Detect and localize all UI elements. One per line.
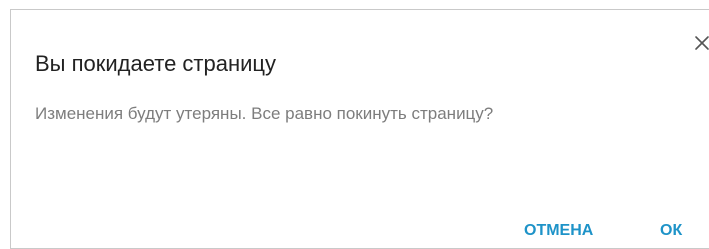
dialog-title: Вы покидаете страницу bbox=[35, 51, 277, 76]
ok-button[interactable]: ОК bbox=[660, 221, 682, 241]
cancel-button[interactable]: ОТМЕНА bbox=[524, 221, 593, 241]
leave-page-dialog: Вы покидаете страницу Изменения будут ут… bbox=[10, 9, 709, 249]
close-button[interactable] bbox=[692, 33, 709, 53]
close-icon bbox=[695, 36, 709, 50]
dialog-message: Изменения будут утеряны. Все равно покин… bbox=[35, 104, 494, 123]
